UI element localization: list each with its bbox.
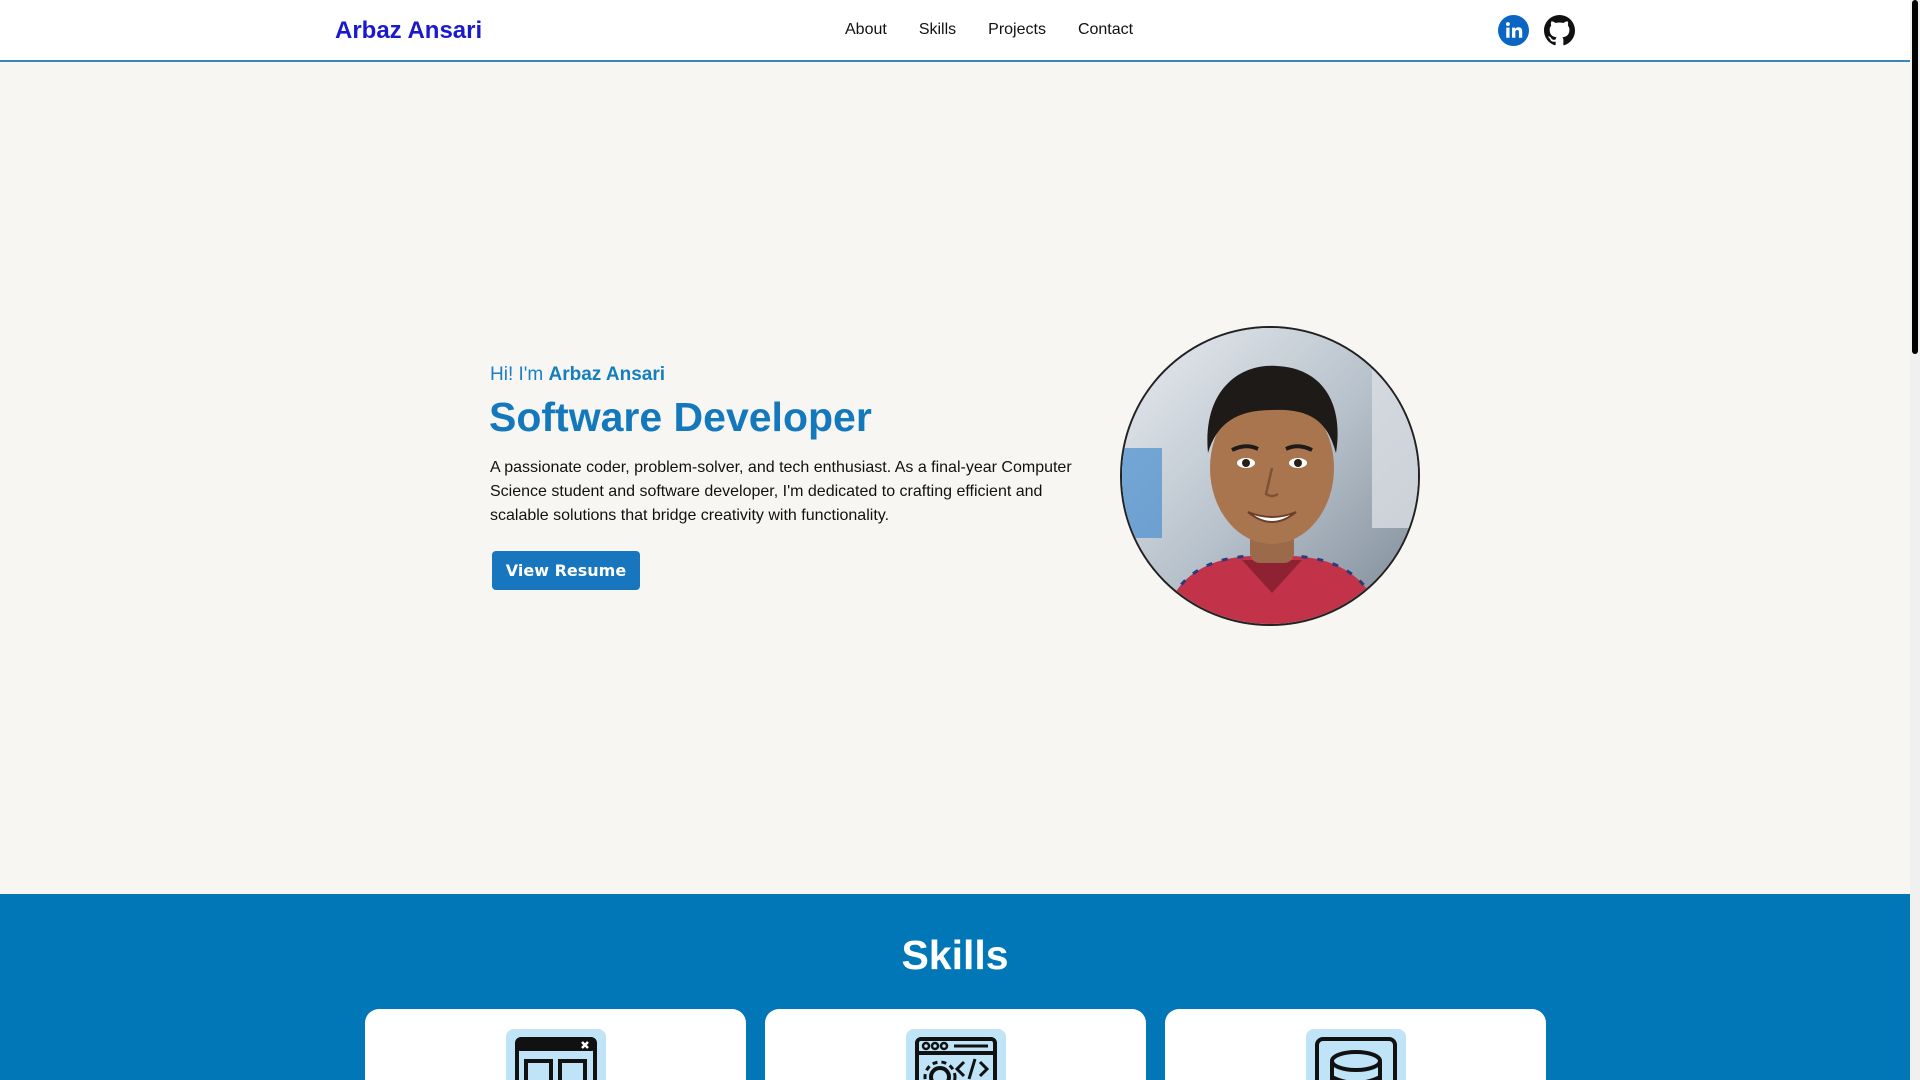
github-link[interactable] [1544, 15, 1575, 46]
database-icon [1315, 1037, 1397, 1080]
linkedin-link[interactable] [1498, 15, 1529, 46]
skill-icon-box [1306, 1029, 1406, 1080]
code-settings-icon [915, 1037, 997, 1080]
page: Arbaz Ansari About Skills Projects Conta… [0, 0, 1910, 1080]
skill-icon-box [506, 1029, 606, 1080]
hero-description: A passionate coder, problem-solver, and … [490, 459, 1072, 524]
nav-link-about[interactable]: About [845, 21, 887, 39]
hero-name: Arbaz Ansari [548, 364, 666, 385]
linkedin-icon [1498, 15, 1529, 46]
profile-photo [1120, 326, 1420, 626]
navbar: Arbaz Ansari About Skills Projects Conta… [0, 0, 1910, 62]
nav-links: About Skills Projects Contact [845, 21, 1133, 39]
greeting-text: Hi! I'm [490, 364, 549, 385]
skill-card-database [1165, 1009, 1546, 1080]
skill-card-frontend [365, 1009, 746, 1080]
skill-card-backend [765, 1009, 1146, 1080]
skills-section: Skills [0, 894, 1910, 1080]
web-layout-icon [515, 1037, 597, 1080]
github-icon [1544, 15, 1575, 46]
page-scrollbar[interactable] [1910, 0, 1920, 1080]
hero-title: Software Developer [489, 394, 872, 440]
hero-greeting: Hi! I'm Arbaz Ansari [490, 364, 665, 386]
scrollbar-thumb[interactable] [1912, 0, 1918, 354]
skill-icon-box [906, 1029, 1006, 1080]
nav-link-projects[interactable]: Projects [988, 21, 1046, 39]
profile-photo-illustration [1122, 328, 1418, 624]
view-resume-button[interactable]: View Resume [492, 551, 640, 590]
nav-link-skills[interactable]: Skills [919, 21, 956, 39]
skills-title: Skills [901, 932, 1009, 978]
nav-link-contact[interactable]: Contact [1078, 21, 1133, 39]
social-links [1498, 15, 1575, 46]
brand-logo-link[interactable]: Arbaz Ansari [335, 17, 482, 45]
